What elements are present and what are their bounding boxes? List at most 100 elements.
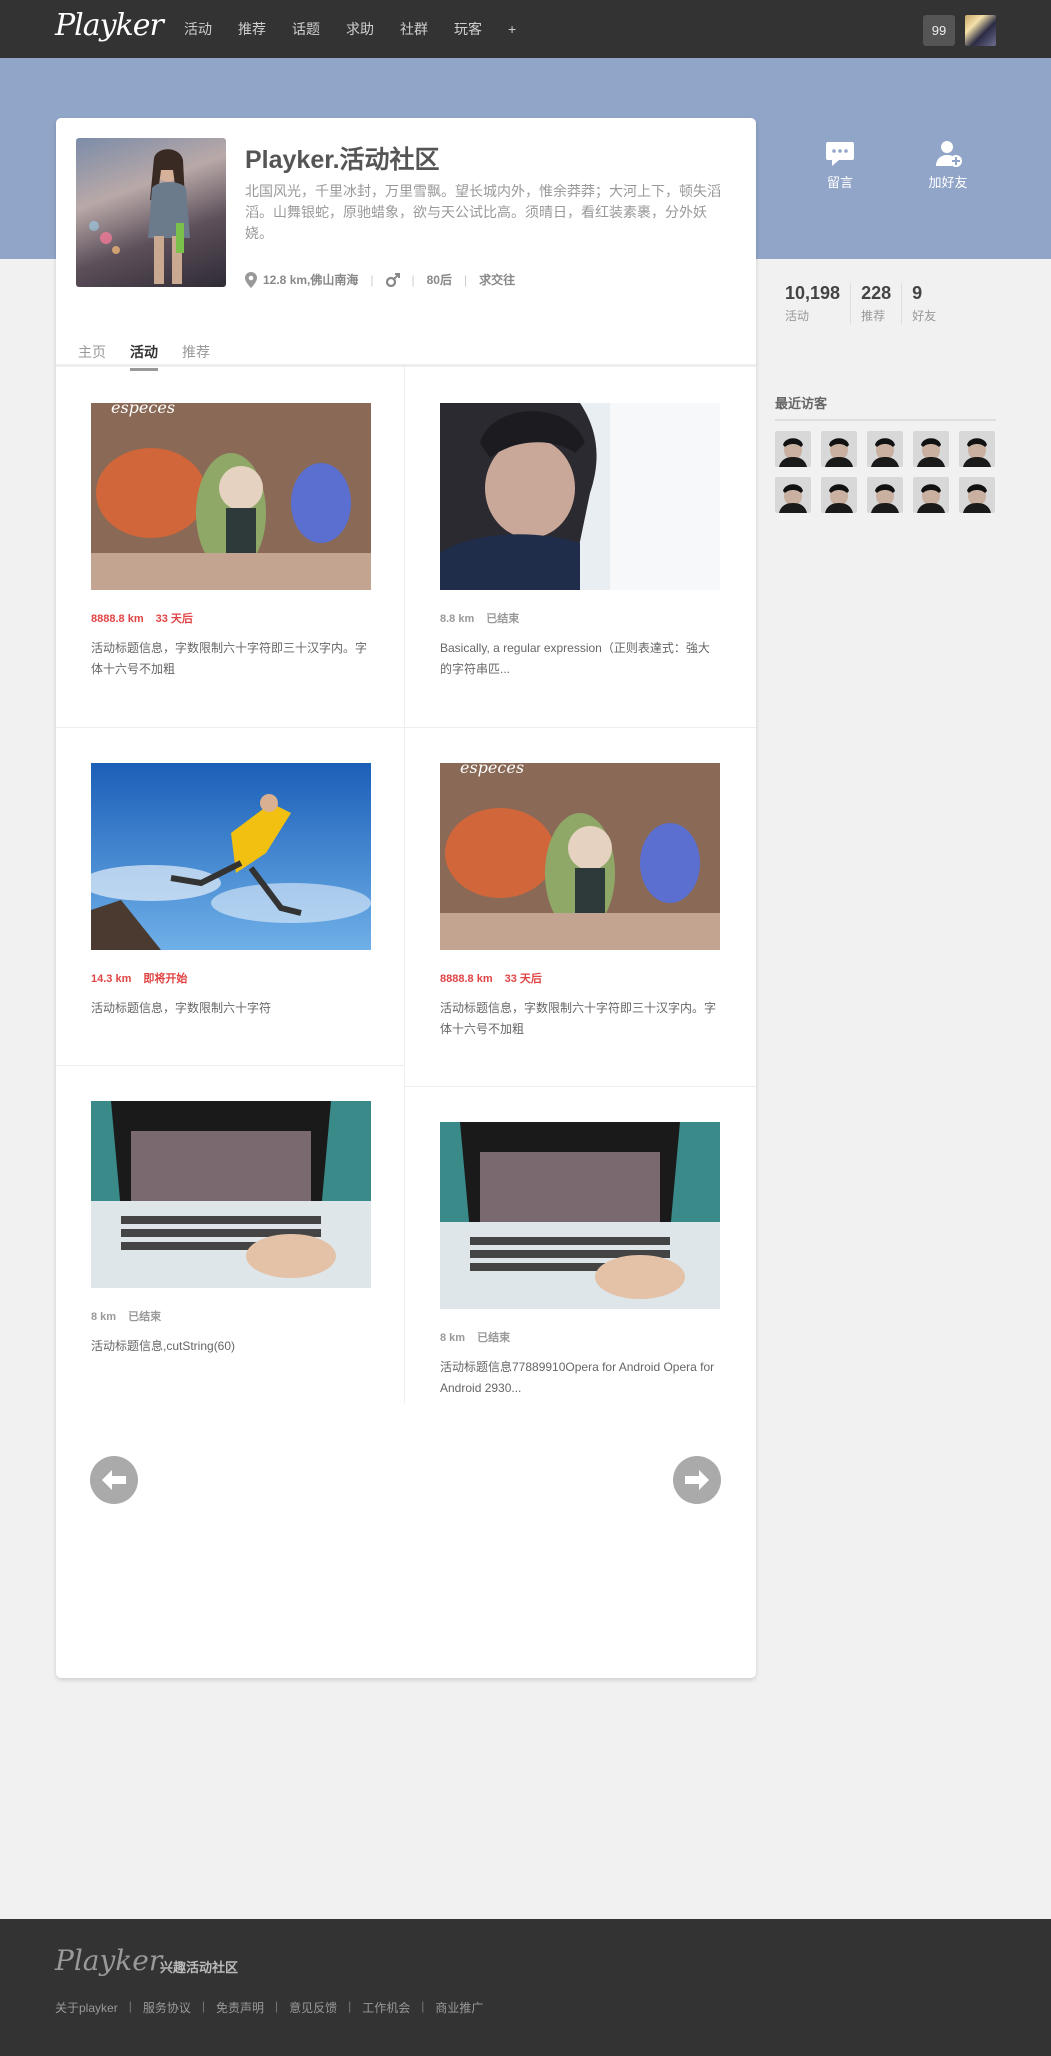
comment-label: 留言	[826, 175, 853, 190]
stat-activities[interactable]: 10,198 活动	[770, 283, 850, 324]
add-friend-button[interactable]: 加好友	[918, 140, 978, 191]
nav-item-recommend[interactable]: 推荐	[238, 19, 266, 39]
footer-link-jobs[interactable]: 工作机会	[362, 1999, 410, 2016]
activity-image-boy[interactable]	[440, 403, 720, 590]
row-divider	[56, 1065, 404, 1066]
nav-item-help[interactable]: 求助	[346, 19, 374, 39]
prev-page-button[interactable]	[90, 1456, 138, 1504]
grid-divider	[404, 367, 405, 1403]
activity-card[interactable]: 8 km 已结束 活动标题信息,cutString(60)	[91, 1101, 371, 1357]
recent-visitors-title: 最近访客	[775, 396, 828, 411]
activity-title[interactable]: 活动标题信息，字数限制六十字符即三十汉字内。字体十六号不加粗	[91, 638, 371, 680]
activity-title[interactable]: Basically, a regular expression（正则表達式：強大…	[440, 638, 720, 680]
profile-photo	[76, 138, 226, 287]
notification-badge[interactable]: 99	[923, 15, 955, 46]
profile-status: 求交往	[479, 273, 516, 287]
footer-logo[interactable]: Playker	[55, 1944, 162, 1977]
activity-title[interactable]: 活动标题信息77889910Opera for Android Opera fo…	[440, 1357, 720, 1399]
activity-card[interactable]: especes 8888.8 km 33 天后 活动标题信息，字数限制六十字符即三…	[440, 763, 720, 1040]
visitor-avatar[interactable]	[775, 431, 811, 467]
footer-tagline: 兴趣活动社区	[160, 1960, 239, 1975]
next-page-button[interactable]	[673, 1456, 721, 1504]
activity-image-toys[interactable]: especes	[440, 763, 720, 950]
activity-distance: 8888.8 km	[440, 973, 493, 985]
activity-card[interactable]: 8.8 km 已结束 Basically, a regular expressio…	[440, 403, 720, 680]
footer-link-business[interactable]: 商业推广	[435, 1999, 483, 2016]
nav-item-activity[interactable]: 活动	[184, 19, 212, 39]
footer-links: 关于playker | 服务协议 | 免责声明 | 意见反馈 | 工作机会 | 商业推广	[55, 1999, 484, 2016]
visitor-avatar[interactable]	[959, 431, 995, 467]
site-logo[interactable]: Playker	[55, 8, 164, 43]
male-gender-icon	[385, 272, 400, 287]
nav-item-community[interactable]: 社群	[400, 19, 428, 39]
nav-item-more[interactable]: +	[508, 21, 516, 37]
activity-image-laptop[interactable]	[91, 1101, 371, 1288]
activity-status: 33 天后	[155, 613, 193, 625]
footer-link-terms[interactable]: 服务协议	[143, 1999, 191, 2016]
activity-image-laptop[interactable]	[440, 1122, 720, 1309]
profile-card: Playker.活动社区 北国风光，千里冰封，万里雪飘。望长城内外，惟余莽莽；大…	[56, 118, 756, 1678]
visitor-avatar[interactable]	[821, 431, 857, 467]
row-divider	[56, 727, 404, 728]
stat-recommends[interactable]: 228 推荐	[850, 283, 901, 324]
stat-value: 10,198	[785, 283, 841, 303]
footer: Playker 兴趣活动社区 关于playker | 服务协议 | 免责声明 | 意见…	[0, 1919, 1051, 2056]
row-divider	[405, 727, 756, 728]
activity-status: 已结束	[486, 613, 520, 625]
location-pin-icon	[245, 271, 257, 288]
visitor-avatar[interactable]	[867, 431, 903, 467]
add-friend-label: 加好友	[928, 175, 968, 190]
top-navigation-bar: Playker 活动 推荐 话题 求助 社群 玩客 + 99	[0, 0, 1051, 58]
profile-name: Playker.活动社区	[245, 146, 440, 174]
footer-link-disclaimer[interactable]: 免责声明	[216, 1999, 264, 2016]
visitor-avatar[interactable]	[913, 477, 949, 513]
profile-generation: 80后	[426, 273, 452, 287]
activity-title[interactable]: 活动标题信息，字数限制六十字符	[91, 998, 371, 1019]
tab-divider	[56, 364, 756, 367]
visitors-divider	[775, 419, 996, 421]
visitor-avatar[interactable]	[959, 477, 995, 513]
activity-title[interactable]: 活动标题信息，字数限制六十字符即三十汉字内。字体十六号不加粗	[440, 998, 720, 1040]
activity-distance: 8.8 km	[440, 613, 475, 625]
user-avatar[interactable]	[965, 15, 996, 46]
activity-title[interactable]: 活动标题信息,cutString(60)	[91, 1336, 371, 1357]
arrow-left-icon	[102, 1470, 126, 1490]
svg-text:especes: especes	[460, 763, 524, 777]
activity-card[interactable]: 8 km 已结束 活动标题信息77889910Opera for Android …	[440, 1122, 720, 1399]
stat-label: 活动	[785, 309, 810, 323]
arrow-right-icon	[685, 1470, 709, 1490]
activity-status: 即将开始	[143, 973, 188, 985]
comment-button[interactable]: 留言	[810, 140, 870, 191]
stat-friends[interactable]: 9 好友	[901, 283, 946, 324]
footer-link-about[interactable]: 关于playker	[55, 1999, 118, 2016]
stat-label: 好友	[912, 309, 937, 323]
recent-visitors-list	[775, 431, 1005, 523]
visitor-avatar[interactable]	[821, 477, 857, 513]
activity-card[interactable]: 14.3 km 即将开始 活动标题信息，字数限制六十字符	[91, 763, 371, 1019]
stat-value: 9	[912, 283, 923, 303]
add-friend-icon	[936, 141, 962, 167]
footer-link-feedback[interactable]: 意见反馈	[289, 1999, 337, 2016]
profile-location: 12.8 km,佛山南海	[263, 273, 359, 287]
activity-distance: 8888.8 km	[91, 613, 144, 625]
activity-image-jump[interactable]	[91, 763, 371, 950]
main-nav: 活动 推荐 话题 求助 社群 玩客 +	[184, 0, 542, 58]
profile-meta: 12.8 km,佛山南海 | | 80后 | 求交往	[245, 271, 515, 288]
visitor-avatar[interactable]	[913, 431, 949, 467]
stat-label: 推荐	[861, 309, 886, 323]
activity-status: 已结束	[128, 1311, 162, 1323]
activity-card[interactable]: especes 8888.8 km 33 天后 活动标题信息，字数限制六十字符即三…	[91, 403, 371, 680]
activity-distance: 8 km	[440, 1332, 466, 1344]
activity-status: 已结束	[477, 1332, 511, 1344]
visitor-avatar[interactable]	[775, 477, 811, 513]
nav-item-topics[interactable]: 话题	[292, 19, 320, 39]
comment-icon	[826, 142, 854, 166]
nav-item-players[interactable]: 玩客	[454, 19, 482, 39]
profile-stats: 10,198 活动 228 推荐 9 好友	[770, 283, 946, 324]
svg-text:especes: especes	[111, 403, 175, 417]
activity-distance: 14.3 km	[91, 973, 132, 985]
activity-distance: 8 km	[91, 1311, 117, 1323]
activity-status: 33 天后	[504, 973, 542, 985]
visitor-avatar[interactable]	[867, 477, 903, 513]
activity-image-toys[interactable]: especes	[91, 403, 371, 590]
